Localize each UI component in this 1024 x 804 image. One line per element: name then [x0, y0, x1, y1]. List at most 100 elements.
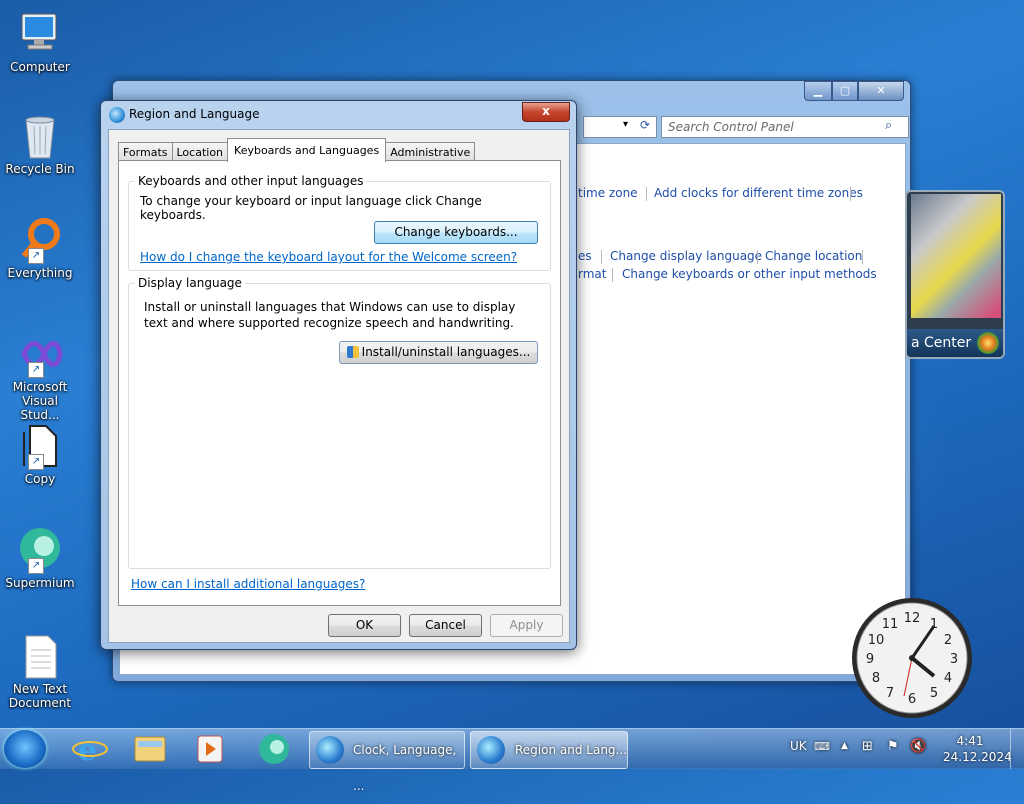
- link-time-zone[interactable]: time zone: [578, 186, 638, 200]
- volume-muted-icon[interactable]: 🔇: [910, 739, 926, 754]
- internet-explorer-icon: e: [72, 733, 108, 768]
- desktop-icon-label: Everything: [7, 266, 73, 280]
- install-additional-languages-link[interactable]: How can I install additional languages?: [131, 577, 365, 591]
- search-icon[interactable]: ⌕: [885, 118, 892, 133]
- window-controls: ▁ ▢ ✕: [804, 81, 904, 101]
- link-change-location[interactable]: Change location: [765, 249, 862, 263]
- everything-search-icon: ↗: [16, 216, 64, 264]
- desktop-icon-label: Computer: [10, 60, 70, 74]
- taskbar-internet-explorer[interactable]: e: [62, 731, 118, 768]
- computer-icon: [16, 10, 64, 58]
- svg-text:12: 12: [904, 611, 921, 626]
- tab-administrative[interactable]: Administrative: [385, 142, 476, 162]
- taskbar-windows-explorer[interactable]: [122, 731, 178, 767]
- taskbar-supermium[interactable]: [246, 731, 302, 767]
- recycle-bin-icon: [16, 112, 64, 160]
- shortcut-arrow-icon: ↗: [28, 362, 44, 378]
- close-button[interactable]: ✕: [858, 81, 904, 101]
- cancel-button[interactable]: Cancel: [409, 614, 482, 637]
- install-uninstall-languages-button[interactable]: Install/uninstall languages...: [339, 341, 538, 364]
- uac-shield-icon: [346, 346, 359, 358]
- keyboards-description: To change your keyboard or input languag…: [140, 194, 482, 222]
- network-icon[interactable]: ⊞: [862, 739, 873, 754]
- supermium-browser-icon: ↗: [16, 526, 64, 574]
- clock-gadget[interactable]: 12 1 2 345 678 9 10 11: [850, 596, 974, 720]
- dialog-title: Region and Language: [129, 107, 260, 121]
- tab-location[interactable]: Location: [171, 142, 229, 162]
- media-player-icon: [197, 735, 223, 763]
- ok-button[interactable]: OK: [328, 614, 401, 637]
- keyboards-group: Keyboards and other input languages To c…: [128, 174, 551, 271]
- svg-text:6: 6: [908, 692, 916, 707]
- maximize-button[interactable]: ▢: [832, 81, 858, 101]
- group-title: Display language: [135, 276, 245, 290]
- tab-keyboards-and-languages[interactable]: Keyboards and Languages: [227, 138, 387, 162]
- media-center-label: a Center: [911, 335, 972, 351]
- shortcut-arrow-icon: ↗: [28, 248, 44, 264]
- desktop-icon-computer[interactable]: Computer: [4, 10, 76, 74]
- action-center-flag-icon[interactable]: ⚑: [887, 739, 899, 754]
- welcome-screen-keyboard-link[interactable]: How do I change the keyboard layout for …: [140, 250, 517, 264]
- svg-text:5: 5: [930, 686, 938, 701]
- language-indicator[interactable]: UK: [790, 739, 807, 753]
- control-panel-globe-icon: [316, 736, 344, 764]
- taskbar-task-region-language[interactable]: Region and Lang...: [470, 731, 628, 769]
- change-keyboards-button[interactable]: Change keyboards...: [374, 221, 538, 244]
- clock-date: 24.12.2024: [943, 750, 1012, 764]
- svg-text:11: 11: [882, 617, 899, 632]
- shortcut-arrow-icon: ↗: [28, 454, 44, 470]
- media-center-bar: a Center: [907, 329, 1003, 357]
- svg-text:8: 8: [872, 671, 880, 686]
- desktop-icon-label: Copy: [24, 472, 56, 486]
- show-hidden-icons-icon[interactable]: ▲: [841, 741, 848, 751]
- shortcut-arrow-icon: ↗: [28, 558, 44, 574]
- start-button[interactable]: [4, 730, 46, 768]
- folder-icon: [134, 736, 166, 762]
- media-center-gadget[interactable]: a Center: [905, 190, 1005, 359]
- svg-text:4: 4: [944, 671, 952, 686]
- copy-document-icon: ↗: [16, 422, 64, 470]
- desktop-icon-everything[interactable]: ↗ Everything: [4, 216, 76, 280]
- refresh-icon[interactable]: ⟳: [640, 118, 650, 132]
- address-bar-end[interactable]: ▾ ⟳: [583, 116, 657, 138]
- desktop-icon-label: Recycle Bin: [5, 162, 75, 176]
- svg-text:9: 9: [866, 652, 874, 667]
- svg-text:3: 3: [950, 652, 958, 667]
- svg-text:2: 2: [944, 633, 952, 648]
- dialog-body: Formats Location Keyboards and Languages…: [108, 129, 570, 643]
- link-add-clocks[interactable]: Add clocks for different time zones: [654, 186, 863, 200]
- tab-strip: Formats Location Keyboards and Languages…: [118, 138, 476, 162]
- display-language-group: Display language Install or uninstall la…: [128, 276, 551, 569]
- minimize-button[interactable]: ▁: [804, 81, 832, 101]
- taskbar-task-clock-language[interactable]: Clock, Language, ...: [309, 731, 465, 793]
- close-button[interactable]: x: [522, 102, 570, 122]
- desktop-icon-copy[interactable]: ↗ Copy: [4, 422, 76, 486]
- desktop-icon-recycle-bin[interactable]: Recycle Bin: [4, 112, 76, 176]
- dropdown-arrow-icon[interactable]: ▾: [623, 119, 628, 130]
- svg-text:10: 10: [868, 633, 885, 648]
- apply-button[interactable]: Apply: [490, 614, 563, 637]
- desktop-icon-new-text-document[interactable]: New Text Document: [4, 632, 76, 710]
- group-title: Keyboards and other input languages: [135, 174, 367, 188]
- desktop-icon-supermium[interactable]: ↗ Supermium: [4, 526, 76, 590]
- windows-orb-icon: [977, 332, 999, 354]
- svg-text:e: e: [78, 733, 97, 767]
- region-language-dialog[interactable]: Region and Language x Formats Location K…: [100, 100, 577, 650]
- desktop-icon-label: Supermium: [5, 576, 75, 590]
- system-clock[interactable]: 4:41 24.12.2024: [943, 733, 1012, 765]
- taskbar: e Clock, Language, ... Region and Lang..…: [0, 728, 1024, 793]
- desktop-icon-visual-studio[interactable]: ↗ Microsoft Visual Stud...: [4, 330, 76, 422]
- link-es[interactable]: es: [578, 249, 592, 263]
- taskbar-media-player[interactable]: [182, 731, 238, 767]
- task-label: Region and Lang...: [515, 743, 627, 757]
- link-format[interactable]: rmat: [578, 267, 606, 281]
- tab-formats[interactable]: Formats: [118, 142, 173, 162]
- display-language-description: Install or uninstall languages that Wind…: [144, 300, 516, 330]
- show-desktop-button[interactable]: [1010, 729, 1024, 769]
- keyboard-icon[interactable]: ⌨: [814, 740, 830, 753]
- search-input[interactable]: Search Control Panel: [661, 116, 909, 138]
- link-change-keyboards-methods[interactable]: Change keyboards or other input methods: [622, 267, 877, 281]
- link-change-display-language[interactable]: Change display language: [610, 249, 762, 263]
- globe-icon: [109, 107, 125, 123]
- link-separator: [757, 250, 758, 264]
